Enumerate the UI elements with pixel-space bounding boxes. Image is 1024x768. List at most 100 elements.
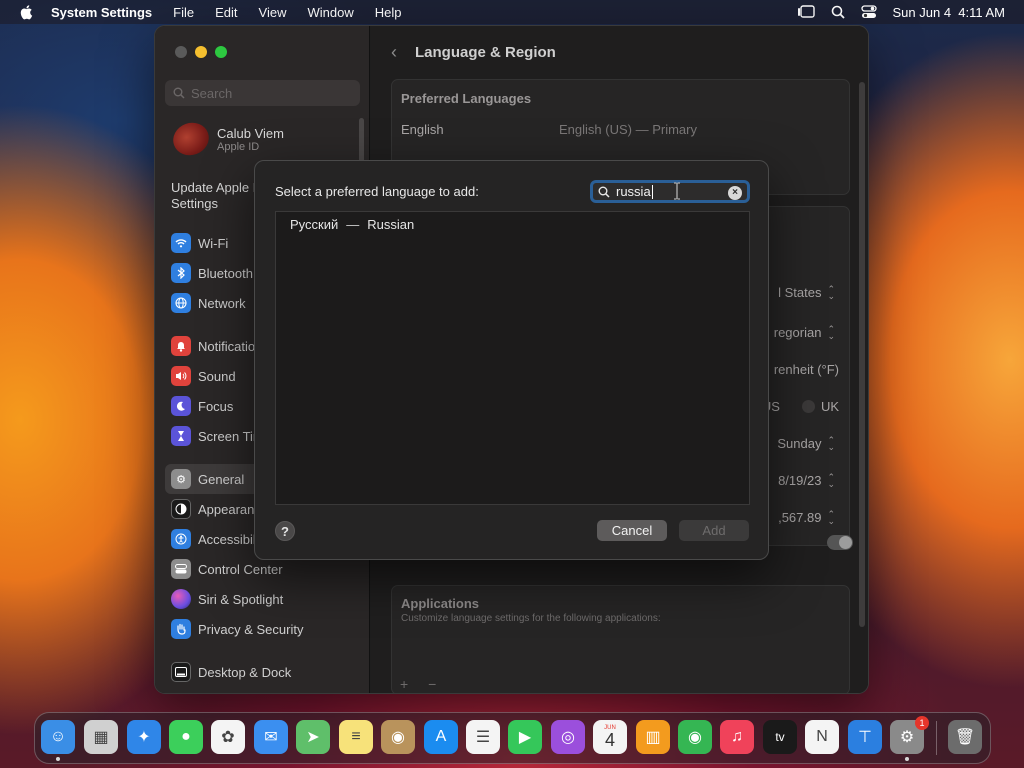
apple-id-profile[interactable]: Calub Viem Apple ID xyxy=(168,117,284,161)
books-icon[interactable]: ▥ xyxy=(636,720,670,754)
menu-app-name[interactable]: System Settings xyxy=(51,5,152,20)
menu-edit[interactable]: Edit xyxy=(215,5,237,20)
mail-glyph: ✉ xyxy=(264,729,278,746)
system-settings-icon[interactable]: ⚙ 1 xyxy=(890,716,929,754)
news-icon[interactable]: N xyxy=(805,720,839,754)
accessibility-icon xyxy=(171,529,191,549)
add-language-dialog: Select a preferred language to add: russ… xyxy=(254,160,769,560)
siri-icon xyxy=(171,589,191,609)
menu-view[interactable]: View xyxy=(259,5,287,20)
menu-file[interactable]: File xyxy=(173,5,194,20)
notes-icon[interactable]: ≡ xyxy=(339,720,373,754)
calendar-value: regorian xyxy=(773,325,822,340)
close-window-button[interactable] xyxy=(175,46,187,58)
finder-glyph: ☺ xyxy=(49,728,67,745)
photos-icon[interactable]: ✿ xyxy=(211,720,245,754)
calendar-select[interactable]: regorian ⌃ ⌄ xyxy=(773,323,835,341)
clear-search-icon[interactable]: × xyxy=(728,186,742,200)
contacts-icon[interactable]: ◉ xyxy=(381,720,415,754)
sidebar-item-siri-spotlight[interactable]: Siri & Spotlight xyxy=(171,584,361,614)
sidebar-item-label: Bluetooth xyxy=(198,265,253,281)
sidebar-search-placeholder: Search xyxy=(191,85,233,101)
search-icon xyxy=(598,186,610,198)
music-icon[interactable]: ♫ xyxy=(720,720,754,754)
apple-logo-icon[interactable] xyxy=(19,4,33,20)
live-text-toggle[interactable] xyxy=(827,535,853,550)
sidebar-item-label: Desktop & Dock xyxy=(198,664,292,680)
first-day-select[interactable]: Sunday ⌃ ⌄ xyxy=(777,435,835,451)
first-day-value: Sunday xyxy=(777,436,822,451)
trash-icon[interactable]: 🗑 xyxy=(948,720,982,754)
measurement-system-radio[interactable]: US UK xyxy=(762,399,839,414)
sidebar-item-label: Network xyxy=(198,295,246,311)
help-button[interactable]: ? xyxy=(275,521,295,541)
sidebar-item-label: Focus xyxy=(198,398,234,414)
control-center-icon xyxy=(171,559,191,579)
profile-name: Calub Viem xyxy=(217,125,284,141)
launchpad-icon[interactable]: ▦ xyxy=(84,720,118,754)
safari-icon[interactable]: ✦ xyxy=(127,720,161,754)
mail-icon[interactable]: ✉ xyxy=(254,720,288,754)
stage-manager-icon[interactable] xyxy=(797,5,815,19)
menu-clock[interactable]: Sun Jun 4 4:11 AM xyxy=(893,5,1006,20)
finder-icon[interactable]: ☺ xyxy=(41,720,75,754)
launchpad-glyph: ▦ xyxy=(93,729,109,746)
gear-icon: ⚙ xyxy=(171,469,191,489)
keynote-icon[interactable]: ⊤ xyxy=(848,720,882,754)
maps-glyph: ➤ xyxy=(306,729,320,746)
number-format-select[interactable]: ,567.89 ⌃ ⌄ xyxy=(778,508,835,526)
sidebar-search-input[interactable]: Search xyxy=(165,80,360,106)
updown-chevron-icon: ⌃ ⌄ xyxy=(827,508,835,526)
date-format-select[interactable]: 8/19/23 ⌃ ⌄ xyxy=(778,472,835,488)
podcasts-glyph: ◎ xyxy=(561,729,575,746)
main-scrollbar[interactable] xyxy=(859,82,865,627)
sidebar-item-desktop-dock[interactable]: Desktop & Dock xyxy=(171,657,361,687)
maps-icon[interactable]: ➤ xyxy=(296,720,330,754)
trash-glyph: 🗑 xyxy=(954,729,976,746)
region-value: l States xyxy=(778,285,822,300)
language-name[interactable]: English xyxy=(401,122,444,137)
menu-help[interactable]: Help xyxy=(375,5,402,20)
calendar-icon[interactable]: JUN 4 xyxy=(593,720,627,754)
facetime-icon[interactable]: ▶ xyxy=(508,720,542,754)
running-indicator xyxy=(905,757,909,761)
zoom-window-button[interactable] xyxy=(215,46,227,58)
spotlight-search-icon[interactable] xyxy=(831,5,845,19)
language-english-name: Russian xyxy=(367,216,415,232)
list-item[interactable]: Русский — Russian xyxy=(276,212,749,236)
dialog-prompt: Select a preferred language to add: xyxy=(275,184,479,199)
reminders-icon[interactable]: ☰ xyxy=(466,720,500,754)
sidebar-item-label: Sound xyxy=(198,368,236,384)
find-my-icon[interactable]: ◉ xyxy=(678,720,712,754)
preferred-languages-title: Preferred Languages xyxy=(401,91,532,106)
date-format-value: 8/19/23 xyxy=(778,473,822,488)
language-search-input[interactable]: russia × xyxy=(590,180,750,203)
dock-separator xyxy=(936,721,937,755)
temperature-select[interactable]: renheit (°F) xyxy=(774,362,839,377)
sidebar-scrollbar[interactable] xyxy=(359,118,364,164)
back-chevron-icon[interactable]: ‹ xyxy=(391,42,397,63)
minimize-window-button[interactable] xyxy=(195,46,207,58)
menu-window[interactable]: Window xyxy=(307,5,353,20)
system-settings-glyph: ⚙ xyxy=(899,729,915,746)
measurement-uk-label: UK xyxy=(820,399,839,414)
messages-icon[interactable]: ● xyxy=(169,720,203,754)
news-glyph: N xyxy=(816,728,828,745)
sidebar-item-privacy-security[interactable]: Privacy & Security xyxy=(171,614,361,644)
region-select[interactable]: l States ⌃ ⌄ xyxy=(778,284,835,300)
cancel-button[interactable]: Cancel xyxy=(597,520,667,541)
updown-chevron-icon: ⌃ ⌄ xyxy=(827,323,835,341)
add-button[interactable]: Add xyxy=(679,520,749,541)
globe-icon xyxy=(171,293,191,313)
language-results-list: Русский — Russian xyxy=(275,211,750,505)
podcasts-icon[interactable]: ◎ xyxy=(551,720,585,754)
page-title: Language & Region xyxy=(415,44,556,61)
hand-icon xyxy=(171,619,191,639)
window-controls xyxy=(175,46,227,58)
tv-icon[interactable]: tv xyxy=(763,720,797,754)
app-store-icon[interactable]: A xyxy=(424,720,458,754)
safari-glyph: ✦ xyxy=(137,729,151,746)
add-remove-buttons[interactable]: + − xyxy=(400,676,444,692)
measurement-uk-radio[interactable] xyxy=(801,400,815,413)
control-center-icon[interactable] xyxy=(860,5,877,19)
